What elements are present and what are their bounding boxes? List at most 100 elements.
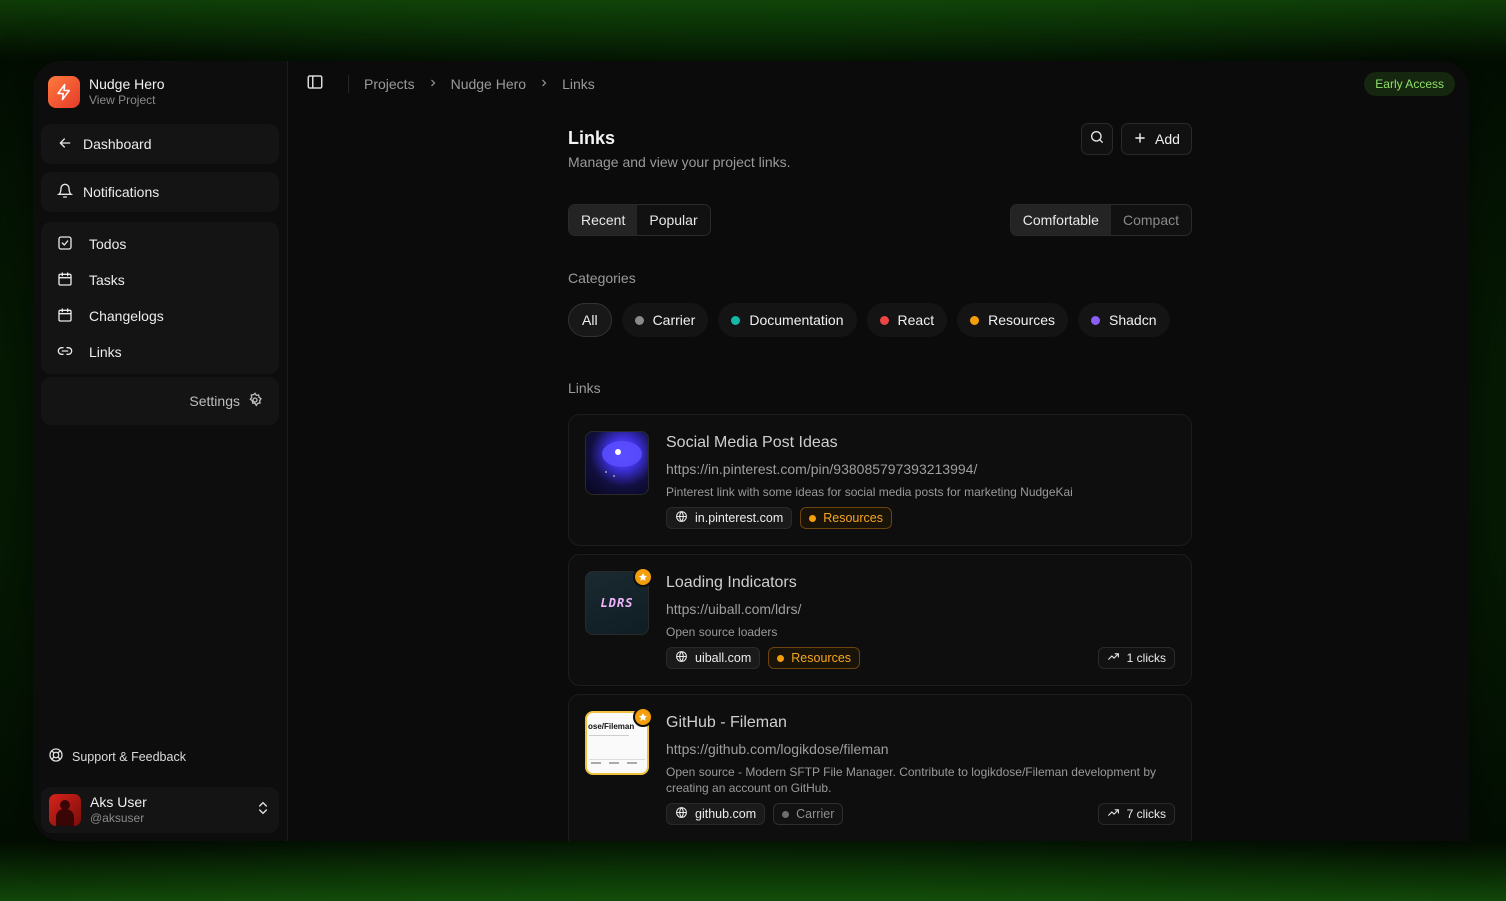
breadcrumb-project[interactable]: Nudge Hero (451, 76, 527, 92)
dashboard-card: Dashboard (41, 124, 279, 164)
category-tag[interactable]: Resources (768, 647, 861, 669)
project-logo-icon (48, 76, 80, 108)
sidebar-item-changelogs[interactable]: Changelogs (41, 298, 279, 334)
link-url[interactable]: https://uiball.com/ldrs/ (666, 601, 801, 617)
category-chip-all[interactable]: All (568, 303, 612, 337)
check-square-icon (57, 235, 73, 254)
thumbnail-text: LDRS (600, 596, 634, 610)
breadcrumb-current: Links (562, 76, 595, 92)
sidebar-item-todos[interactable]: Todos (41, 226, 279, 262)
chevrons-up-down-icon (255, 800, 271, 821)
link-title[interactable]: Loading Indicators (666, 574, 797, 592)
page-subtitle: Manage and view your project links. (568, 154, 791, 170)
early-access-badge: Early Access (1364, 72, 1455, 96)
domain-label: github.com (695, 807, 757, 821)
link-tags: github.com Carrier (666, 803, 844, 825)
link-title[interactable]: GitHub - Fileman (666, 714, 787, 732)
chevron-right-icon (427, 76, 439, 92)
link-title[interactable]: Social Media Post Ideas (666, 434, 838, 452)
domain-tag[interactable]: uiball.com (666, 647, 761, 669)
domain-tag[interactable]: github.com (666, 803, 766, 825)
add-label: Add (1155, 131, 1180, 147)
link-card[interactable]: ose/Fileman GitHub - Fileman https://git… (568, 694, 1192, 841)
tab-comfortable[interactable]: Comfortable (1010, 205, 1111, 235)
sidebar-item-links[interactable]: Links (41, 334, 279, 370)
link-description: Pinterest link with some ideas for socia… (666, 485, 1073, 499)
trending-up-icon (1107, 650, 1120, 666)
sidebar-item-tasks[interactable]: Tasks (41, 262, 279, 298)
search-button[interactable] (1081, 123, 1113, 155)
clicks-label: 7 clicks (1126, 807, 1166, 821)
support-feedback-link[interactable]: Support & Feedback (48, 747, 186, 766)
clicks-badge: 1 clicks (1097, 647, 1175, 669)
chip-label: Carrier (652, 312, 696, 328)
sidebar-item-label: Tasks (89, 272, 125, 288)
calendar-icon (57, 307, 73, 326)
link-tags: uiball.com Resources (666, 647, 861, 669)
category-label: Carrier (796, 807, 835, 821)
chip-label: All (582, 312, 598, 328)
lifebuoy-icon (48, 747, 64, 766)
color-dot-icon (777, 654, 785, 662)
breadcrumb-projects[interactable]: Projects (364, 76, 415, 92)
add-link-button[interactable]: Add (1121, 123, 1192, 155)
chip-label: Documentation (749, 312, 844, 328)
category-chip-carrier[interactable]: Carrier (621, 303, 709, 337)
category-chip-react[interactable]: React (866, 303, 948, 337)
density-tabs: Comfortable Compact (1009, 204, 1192, 236)
globe-icon (675, 650, 688, 666)
sidebar-item-label: Links (89, 344, 122, 360)
color-dot-icon (634, 315, 644, 325)
gear-icon (247, 391, 263, 411)
user-handle: @aksuser (90, 811, 145, 825)
chevron-right-icon (538, 76, 550, 92)
category-label: Resources (823, 511, 883, 525)
link-card[interactable]: LDRS Loading Indicators https://uiball.c… (568, 554, 1192, 686)
user-name: Aks User (90, 794, 147, 810)
topbar: Projects Nudge Hero Links Early Access (289, 61, 1469, 107)
sidebar: Nudge Hero View Project Dashboard Notifi… (33, 61, 288, 841)
breadcrumb: Projects Nudge Hero Links (348, 75, 595, 93)
settings-button[interactable]: Settings (41, 377, 279, 425)
clicks-badge: 7 clicks (1097, 803, 1175, 825)
link-tags: in.pinterest.com Resources (666, 507, 892, 529)
category-label: Resources (791, 651, 852, 665)
tab-compact[interactable]: Compact (1111, 205, 1191, 235)
tab-popular[interactable]: Popular (637, 205, 709, 235)
settings-card: Settings (41, 377, 279, 425)
category-chip-resources[interactable]: Resources (957, 303, 1069, 337)
project-subtitle: View Project (89, 93, 156, 107)
sidebar-item-label: Todos (89, 236, 127, 252)
link-url[interactable]: https://github.com/logikdose/fileman (666, 741, 889, 757)
dashboard-button[interactable]: Dashboard (41, 124, 279, 164)
sidebar-toggle-icon[interactable] (306, 73, 324, 96)
link-icon (57, 343, 73, 362)
notifications-button[interactable]: Notifications (41, 172, 279, 212)
bell-icon (56, 183, 74, 202)
category-chip-shadcn[interactable]: Shadcn (1078, 303, 1170, 337)
link-card[interactable]: Social Media Post Ideas https://in.pinte… (568, 414, 1192, 546)
chip-label: Shadcn (1109, 312, 1157, 328)
category-chip-documentation[interactable]: Documentation (718, 303, 857, 337)
color-dot-icon (1091, 315, 1101, 325)
category-tag[interactable]: Carrier (773, 803, 844, 825)
category-filters: All Carrier Documentation React Resource… (568, 303, 1170, 337)
notifications-card: Notifications (41, 172, 279, 212)
project-switcher[interactable]: Nudge Hero View Project (48, 76, 165, 108)
color-dot-icon (970, 315, 980, 325)
domain-tag[interactable]: in.pinterest.com (666, 507, 793, 529)
domain-label: in.pinterest.com (695, 511, 784, 525)
link-url[interactable]: https://in.pinterest.com/pin/93808579739… (666, 461, 977, 477)
page-title: Links (568, 128, 616, 148)
sidebar-item-label: Changelogs (89, 308, 164, 324)
trending-up-icon (1107, 806, 1120, 822)
app-window: Nudge Hero View Project Dashboard Notifi… (33, 61, 1469, 841)
tab-recent[interactable]: Recent (569, 205, 638, 235)
color-dot-icon (879, 315, 889, 325)
chip-label: Resources (988, 312, 1056, 328)
project-name: Nudge Hero (89, 76, 165, 92)
star-icon (633, 567, 653, 587)
user-menu[interactable]: Aks User @aksuser (41, 787, 279, 833)
category-tag[interactable]: Resources (800, 507, 892, 529)
links-heading: Links (568, 380, 601, 396)
